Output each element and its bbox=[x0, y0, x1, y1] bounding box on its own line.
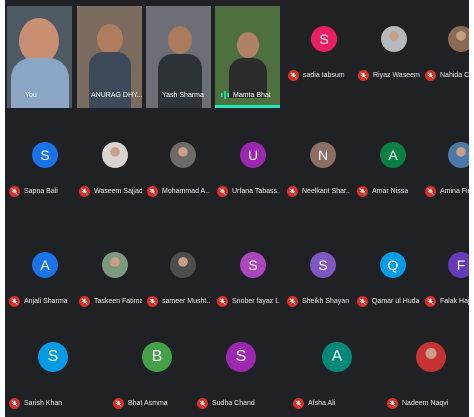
mic-off-icon bbox=[79, 296, 90, 307]
avatar: A bbox=[32, 252, 58, 278]
participant-name: Riyaz Waseem bbox=[373, 72, 420, 79]
participant-name: You bbox=[25, 92, 37, 99]
participant-name: Anjali Sharma bbox=[24, 298, 68, 305]
mic-off-icon bbox=[217, 296, 228, 307]
participant-tile[interactable]: A Afsha Ali bbox=[293, 334, 373, 414]
participant-name: Qamar ul Huda bbox=[372, 298, 420, 305]
mic-off-icon bbox=[293, 398, 304, 409]
participant-name: Nahida Choud... bbox=[440, 72, 469, 79]
mic-off-icon bbox=[287, 296, 298, 307]
participant-name: Amar Nissa bbox=[372, 188, 409, 195]
avatar: B bbox=[142, 342, 172, 372]
participant-tile[interactable]: U Urfana Tabass... bbox=[217, 122, 281, 222]
mic-off-icon bbox=[9, 186, 20, 197]
avatar: Q bbox=[380, 252, 406, 278]
participant-name: Urfana Tabass... bbox=[232, 188, 280, 195]
avatar bbox=[448, 142, 469, 168]
participant-tile[interactable]: Nahida Choud... bbox=[425, 6, 469, 106]
participant-name: Mohammad A... bbox=[162, 188, 210, 195]
participant-name: Snober fayaz L... bbox=[232, 298, 280, 305]
mic-off-icon bbox=[387, 398, 398, 409]
participant-tile[interactable]: S Sarish Khan bbox=[9, 334, 89, 414]
avatar bbox=[102, 142, 128, 168]
avatar: N bbox=[310, 142, 336, 168]
participant-tile[interactable]: A Anjali Sharma bbox=[9, 232, 73, 332]
participant-tile[interactable]: A Amar Nissa bbox=[357, 122, 421, 222]
participant-name: Afsha Ali bbox=[308, 400, 336, 407]
participant-name: ANURAG DHY... bbox=[91, 92, 142, 99]
video-tile-yash[interactable]: Yash Sharma bbox=[146, 6, 211, 108]
avatar bbox=[448, 26, 469, 52]
avatar: S bbox=[38, 342, 68, 372]
mic-off-icon bbox=[288, 70, 299, 81]
participant-tile[interactable]: Q Qamar ul Huda bbox=[357, 232, 421, 332]
mic-off-icon bbox=[287, 186, 298, 197]
participant-tile[interactable]: Amina Firdous bbox=[425, 122, 469, 222]
mic-off-icon bbox=[147, 296, 158, 307]
participant-tile[interactable]: S Sheikh Shayan bbox=[287, 232, 351, 332]
participant-tile[interactable]: N Neelkant Shar... bbox=[287, 122, 351, 222]
mic-off-icon bbox=[9, 398, 20, 409]
mic-off-icon bbox=[197, 398, 208, 409]
avatar: S bbox=[240, 252, 266, 278]
participant-name: Falak Hajji bbox=[440, 298, 469, 305]
participant-name: Waseem Sajjad bbox=[94, 188, 142, 195]
mic-off-icon bbox=[358, 70, 369, 81]
participant-name: sadia tabsum bbox=[303, 72, 345, 79]
participant-tile[interactable]: Taskeen Fatima bbox=[79, 232, 143, 332]
avatar bbox=[170, 142, 196, 168]
participant-name: Sudha Chand bbox=[212, 400, 255, 407]
video-tile-mamta[interactable]: Mamta Bhat bbox=[215, 6, 280, 108]
participant-tile[interactable]: Mohammad A... bbox=[147, 122, 211, 222]
participant-name: Taskeen Fatima bbox=[94, 298, 142, 305]
participant-name: Mamta Bhat bbox=[233, 92, 271, 99]
avatar: U bbox=[240, 142, 266, 168]
mic-off-icon bbox=[357, 296, 368, 307]
participant-tile[interactable]: sameer Musht... bbox=[147, 232, 211, 332]
mic-off-icon bbox=[217, 186, 228, 197]
participant-name: Neelkant Shar... bbox=[302, 188, 350, 195]
avatar: S bbox=[310, 252, 336, 278]
mic-off-icon bbox=[79, 186, 90, 197]
participant-tile[interactable]: S Sapna Bali bbox=[9, 122, 73, 222]
participant-name: Nadeem Naqvi bbox=[402, 400, 449, 407]
participant-tile[interactable]: Waseem Sajjad bbox=[79, 122, 143, 222]
speaking-icon bbox=[221, 91, 229, 99]
participant-tile[interactable]: Ssadia tabsum bbox=[288, 6, 352, 106]
participant-name: sameer Musht... bbox=[162, 298, 210, 305]
avatar: A bbox=[322, 342, 352, 372]
participant-tile[interactable]: F Falak Hajji bbox=[425, 232, 469, 332]
participant-name: Amina Firdous bbox=[440, 188, 469, 195]
mic-off-icon bbox=[113, 398, 124, 409]
avatar bbox=[416, 342, 446, 372]
avatar: S bbox=[226, 342, 256, 372]
avatar: F bbox=[448, 252, 469, 278]
meeting-grid: You ANURAG DHY... Yash Sharma Mamta Bhat… bbox=[5, 0, 469, 417]
participant-tile[interactable]: S Sudha Chand bbox=[197, 334, 277, 414]
participant-name: Sapna Bali bbox=[24, 188, 58, 195]
avatar: A bbox=[380, 142, 406, 168]
mic-off-icon bbox=[425, 70, 436, 81]
mic-off-icon bbox=[425, 186, 436, 197]
avatar: S bbox=[32, 142, 58, 168]
avatar bbox=[102, 252, 128, 278]
mic-off-icon bbox=[357, 186, 368, 197]
avatar bbox=[170, 252, 196, 278]
participant-name: Bhat Asmma bbox=[128, 400, 168, 407]
avatar: S bbox=[311, 26, 337, 52]
participant-tile[interactable]: Riyaz Waseem bbox=[358, 6, 422, 106]
mic-off-icon bbox=[9, 296, 20, 307]
video-tile-you[interactable]: You bbox=[7, 6, 72, 108]
video-tile-anurag[interactable]: ANURAG DHY... bbox=[77, 6, 142, 108]
participant-tile[interactable]: S Snober fayaz L... bbox=[217, 232, 281, 332]
mic-off-icon bbox=[147, 186, 158, 197]
mic-off-icon bbox=[425, 296, 436, 307]
participant-tile[interactable]: Nadeem Naqvi bbox=[387, 334, 467, 414]
avatar bbox=[381, 26, 407, 52]
participant-name: Sarish Khan bbox=[24, 400, 63, 407]
participant-name: Yash Sharma bbox=[162, 92, 204, 99]
participant-name: Sheikh Shayan bbox=[302, 298, 350, 305]
participant-tile[interactable]: B Bhat Asmma bbox=[113, 334, 193, 414]
